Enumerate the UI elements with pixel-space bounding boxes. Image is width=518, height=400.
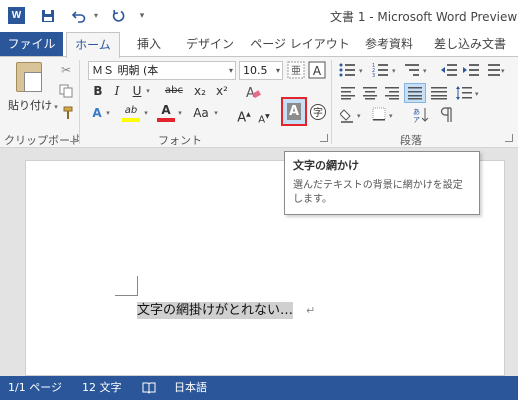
format-painter-icon[interactable] xyxy=(58,106,74,122)
asian-layout-icon[interactable]: ▾ xyxy=(487,62,507,78)
tab-references[interactable]: 参考資料 xyxy=(358,32,420,57)
align-right-icon[interactable] xyxy=(384,86,400,100)
tab-design[interactable]: デザイン xyxy=(180,32,240,57)
paragraph-launcher-icon[interactable] xyxy=(505,134,513,142)
bold-button[interactable]: B xyxy=(90,82,106,100)
italic-button[interactable]: I xyxy=(110,82,124,100)
svg-text:字: 字 xyxy=(313,106,323,119)
tooltip-title: 文字の網かけ xyxy=(293,159,359,172)
highlight-color-bar xyxy=(122,118,140,122)
margin-corner-mark xyxy=(137,276,138,296)
proofing-icon[interactable] xyxy=(142,376,156,400)
language-indicator[interactable]: 日本語 xyxy=(174,376,207,400)
enclosed-character-icon[interactable]: 字 xyxy=(309,103,327,121)
svg-text:▾: ▾ xyxy=(475,90,479,98)
sort-icon[interactable]: あア xyxy=(412,106,430,124)
bullets-icon[interactable]: ▾ xyxy=(339,62,367,78)
strikethrough-button[interactable]: abc xyxy=(162,82,186,100)
highlight-dropdown-icon[interactable]: ▾ xyxy=(142,104,150,122)
tab-insert[interactable]: 挿入 xyxy=(130,32,168,57)
svg-text:ア: ア xyxy=(413,116,420,124)
paragraph-group-label: 段落 xyxy=(400,134,422,147)
character-shading-button[interactable]: A xyxy=(281,97,307,126)
tab-page-layout[interactable]: ページ レイアウト xyxy=(250,32,350,57)
paste-button-label[interactable]: 貼り付け ▾ xyxy=(8,97,58,113)
document-text[interactable]: 文字の網掛けがとれない… xyxy=(137,302,294,319)
character-shading-icon: A xyxy=(287,103,301,120)
font-color-bar xyxy=(157,118,175,122)
clipboard-group-label: クリップボード xyxy=(4,134,81,147)
numbering-icon[interactable]: 1 2 3 ▾ xyxy=(372,62,400,79)
svg-text:A: A xyxy=(313,64,322,78)
subscript-button[interactable]: x₂ xyxy=(192,82,208,100)
show-formatting-marks-icon[interactable] xyxy=(438,106,454,124)
redo-icon[interactable] xyxy=(108,6,128,26)
tab-file[interactable]: ファイル xyxy=(0,32,63,57)
group-separator xyxy=(79,60,80,144)
save-icon[interactable] xyxy=(38,6,58,26)
clipboard-launcher-icon[interactable] xyxy=(70,134,78,142)
word-count[interactable]: 12 文字 xyxy=(82,376,122,400)
svg-text:▾: ▾ xyxy=(423,67,427,75)
line-spacing-icon[interactable]: ▾ xyxy=(455,84,483,102)
font-name-field[interactable]: ＭＳ 明朝 (本 ▾ xyxy=(88,61,236,80)
align-left-icon[interactable] xyxy=(340,86,356,100)
undo-icon[interactable] xyxy=(68,6,90,26)
paragraph-mark: ↵ xyxy=(306,304,316,317)
undo-dropdown-icon[interactable]: ▾ xyxy=(90,6,102,26)
shading-bucket-icon[interactable]: ▾ xyxy=(339,106,366,124)
svg-text:▾: ▾ xyxy=(501,67,505,75)
status-bar: 1/1 ページ 12 文字 日本語 xyxy=(0,376,518,400)
tooltip-description: 選んだテキストの背景に網かけを設定します。 xyxy=(293,180,463,205)
underline-dropdown-icon[interactable]: ▾ xyxy=(144,82,152,100)
align-center-icon[interactable] xyxy=(362,86,378,100)
clear-formatting-icon[interactable]: A xyxy=(243,82,263,102)
justify-button[interactable] xyxy=(404,83,426,103)
change-case-dropdown-icon[interactable]: ▾ xyxy=(212,104,220,122)
qat-customize-icon[interactable]: ▾ xyxy=(135,6,149,26)
page-count[interactable]: 1/1 ページ xyxy=(8,376,62,400)
character-shading-tooltip: 文字の網かけ 選んだテキストの背景に網かけを設定します。 xyxy=(284,151,480,215)
font-group-label: フォント xyxy=(158,134,202,147)
decrease-indent-icon[interactable] xyxy=(440,62,458,78)
svg-text:▾: ▾ xyxy=(389,112,393,120)
group-separator xyxy=(331,60,332,144)
paste-sheet-icon xyxy=(24,72,42,92)
enclose-characters-icon[interactable]: A xyxy=(308,61,326,79)
underline-button[interactable]: U xyxy=(130,82,144,100)
tab-home[interactable]: ホーム xyxy=(66,32,120,58)
distributed-icon[interactable] xyxy=(430,86,448,100)
copy-icon[interactable] xyxy=(58,84,74,100)
svg-text:あ: あ xyxy=(413,108,420,116)
svg-text:亜: 亜 xyxy=(291,66,301,77)
cut-icon[interactable]: ✂ xyxy=(58,62,74,78)
margin-corner-mark xyxy=(115,295,137,296)
superscript-button[interactable]: x² xyxy=(214,82,230,100)
multilevel-list-icon[interactable]: ▾ xyxy=(405,62,433,78)
change-case-button[interactable]: Aa xyxy=(190,104,212,122)
text-effects-button[interactable]: A xyxy=(90,104,104,122)
increase-indent-icon[interactable] xyxy=(462,62,480,78)
shrink-font-button[interactable]: A▼ xyxy=(257,108,271,126)
window-title: 文書 1 - Microsoft Word Preview xyxy=(330,10,518,24)
font-size-field[interactable]: 10.5 ▾ xyxy=(239,61,283,80)
font-launcher-icon[interactable] xyxy=(320,134,328,142)
svg-text:▾: ▾ xyxy=(359,67,363,75)
font-color-dropdown-icon[interactable]: ▾ xyxy=(176,104,184,122)
phonetic-guide-icon[interactable]: 亜 xyxy=(287,61,305,79)
word-app-icon[interactable]: W xyxy=(8,7,25,24)
svg-text:3: 3 xyxy=(372,73,375,78)
svg-text:▾: ▾ xyxy=(392,67,396,75)
font-color-button[interactable]: A xyxy=(158,101,174,119)
grow-font-button[interactable]: A▲ xyxy=(237,106,251,125)
svg-text:▾: ▾ xyxy=(357,112,361,120)
text-effects-dropdown-icon[interactable]: ▾ xyxy=(104,104,112,122)
tab-mailings[interactable]: 差し込み文書 xyxy=(430,32,518,57)
borders-icon[interactable]: ▾ xyxy=(372,106,398,124)
